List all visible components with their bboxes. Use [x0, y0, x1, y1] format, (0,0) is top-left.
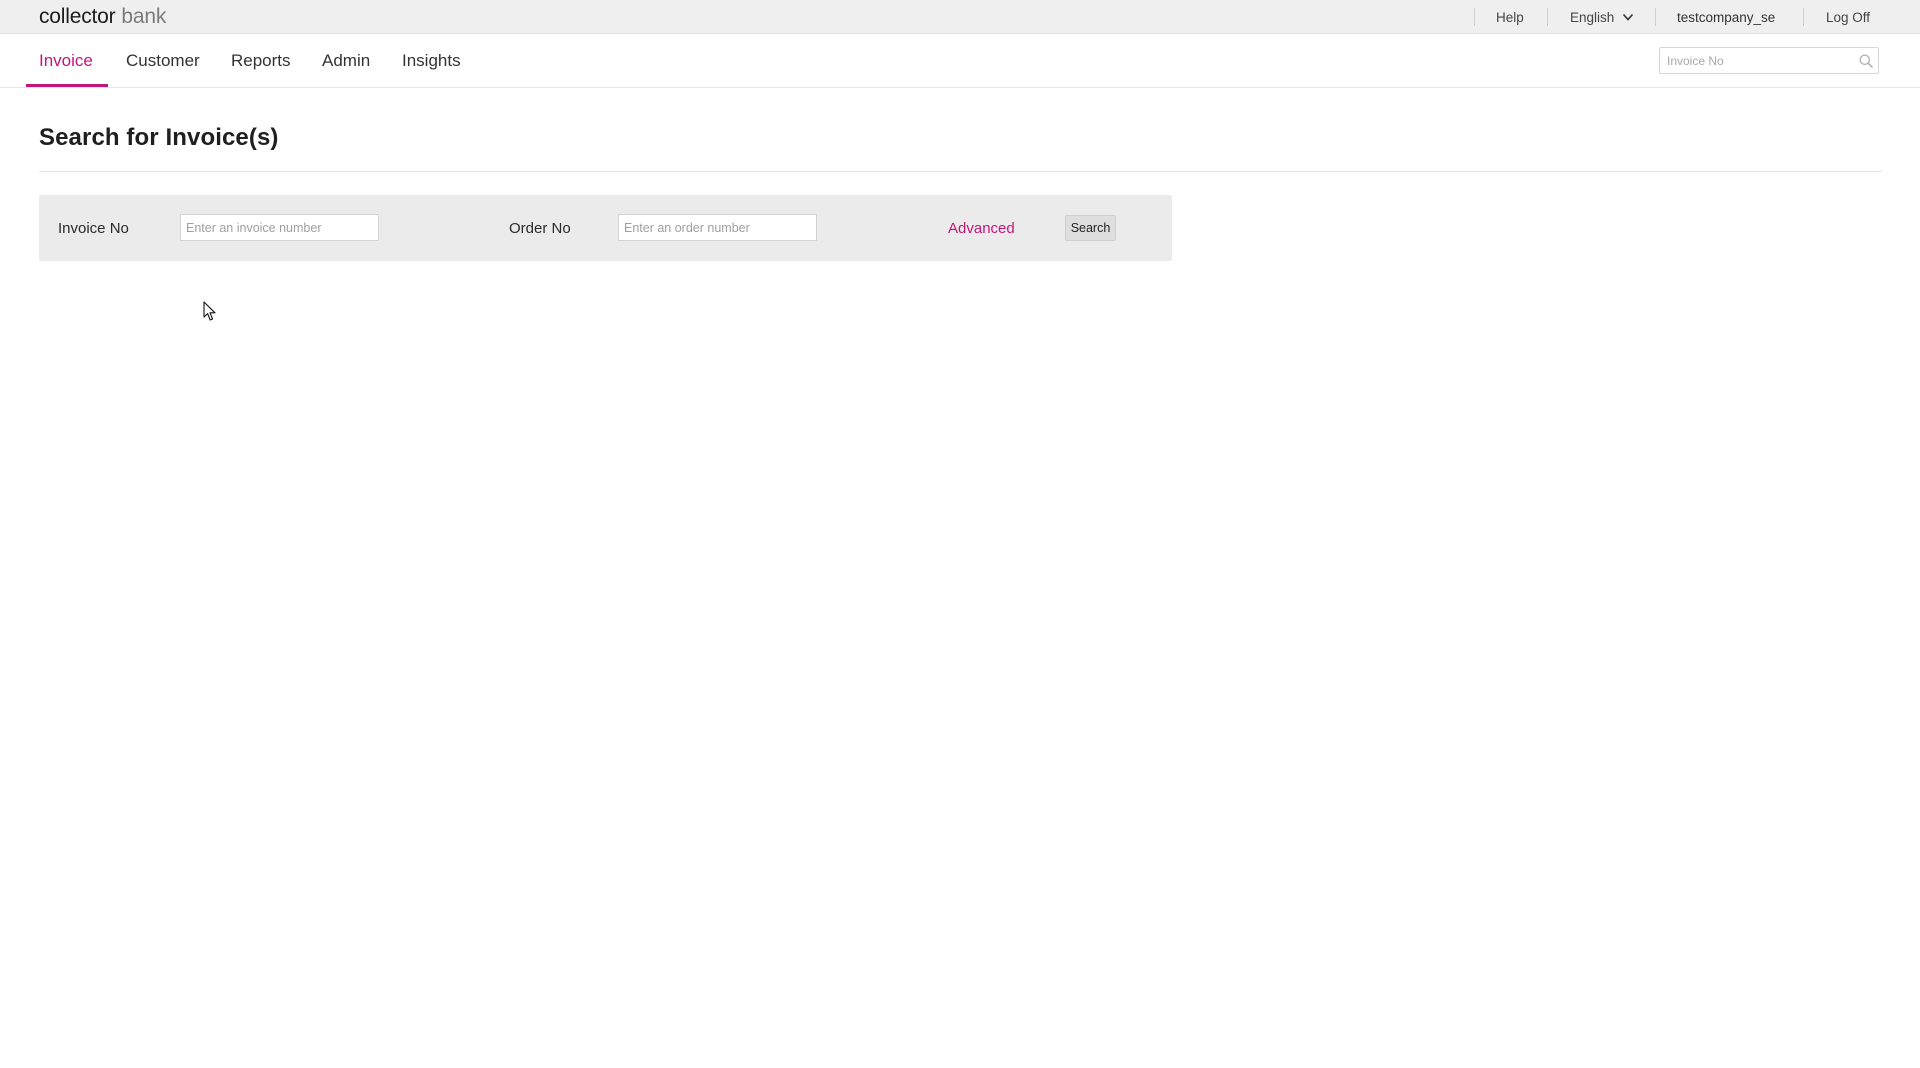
nav-tab-customer[interactable]: Customer — [126, 34, 200, 88]
mouse-pointer-icon — [203, 301, 216, 321]
brand-logo[interactable]: collector bank — [39, 4, 166, 30]
nav-tab-admin[interactable]: Admin — [322, 34, 370, 88]
log-off-link[interactable]: Log Off — [1826, 0, 1870, 34]
brand-name-primary: collector — [39, 5, 116, 28]
username-label[interactable]: testcompany_se — [1677, 0, 1775, 34]
help-link[interactable]: Help — [1496, 0, 1524, 34]
utility-divider — [1474, 8, 1475, 26]
utility-divider — [1803, 8, 1804, 26]
page-title: Search for Invoice(s) — [39, 124, 279, 151]
main-nav: Invoice Customer Reports Admin Insights — [0, 34, 1920, 88]
language-label: English — [1570, 9, 1615, 25]
invoice-no-label: Invoice No — [58, 219, 129, 237]
title-divider — [39, 171, 1882, 172]
nav-tab-insights[interactable]: Insights — [402, 34, 461, 88]
order-no-input[interactable] — [618, 214, 817, 241]
nav-tab-reports[interactable]: Reports — [231, 34, 291, 88]
quick-search-box — [1659, 47, 1879, 74]
utility-divider — [1655, 8, 1656, 26]
invoice-no-input[interactable] — [180, 214, 379, 241]
invoice-search-panel: Invoice No Order No Advanced Search — [39, 195, 1172, 261]
search-icon[interactable] — [1858, 53, 1874, 69]
quick-search-input[interactable] — [1660, 48, 1850, 73]
search-button[interactable]: Search — [1065, 215, 1116, 241]
language-selector[interactable]: English — [1570, 0, 1634, 34]
nav-tab-invoice[interactable]: Invoice — [39, 34, 93, 88]
utility-divider — [1547, 8, 1548, 26]
active-tab-indicator — [26, 84, 108, 87]
order-no-label: Order No — [509, 219, 571, 237]
chevron-down-icon — [1623, 13, 1634, 21]
brand-name-secondary: bank — [121, 5, 167, 28]
top-utility-bar: collector bank Help English testcompany_s… — [0, 0, 1920, 34]
advanced-search-link[interactable]: Advanced — [948, 195, 1015, 261]
